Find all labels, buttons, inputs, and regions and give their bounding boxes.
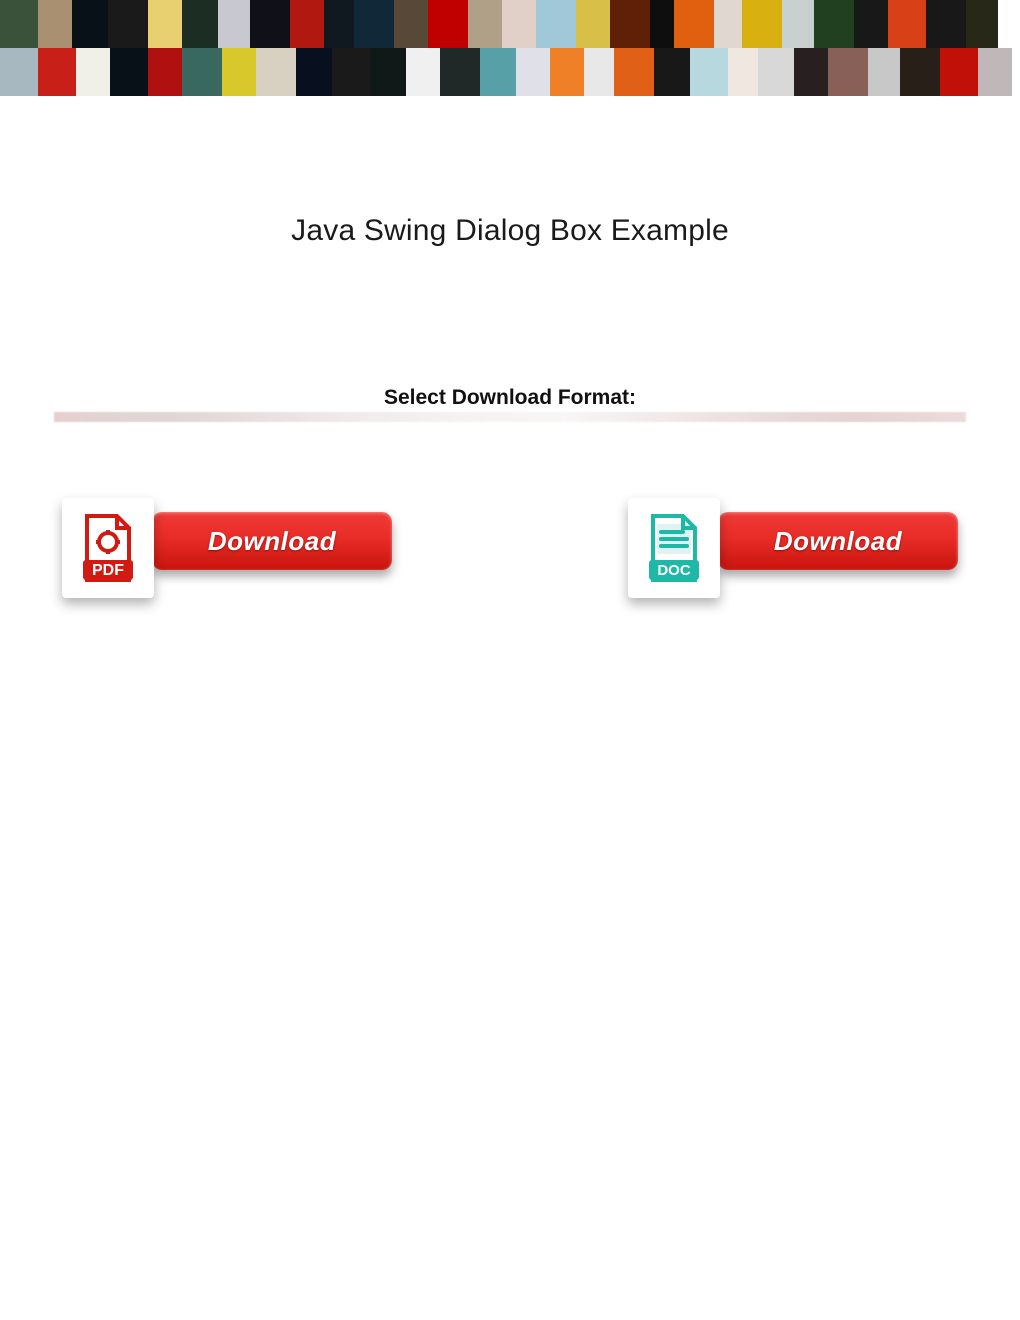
- collage-tile: [324, 0, 354, 48]
- collage-tile: [674, 0, 714, 48]
- doc-file-icon: DOC: [645, 512, 703, 584]
- collage-tile: [550, 48, 584, 96]
- download-buttons-row: Download PDF Download: [62, 498, 958, 598]
- collage-tile: [182, 0, 218, 48]
- collage-tile: [0, 48, 38, 96]
- collage-tile: [250, 0, 290, 48]
- collage-tile: [370, 48, 406, 96]
- collage-tile: [978, 48, 1012, 96]
- collage-tile: [868, 48, 900, 96]
- collage-tile: [794, 48, 828, 96]
- download-doc-label: Download: [774, 526, 902, 557]
- header-collage: [0, 0, 1020, 96]
- collage-tile: [38, 0, 72, 48]
- collage-tile: [610, 0, 650, 48]
- doc-icon-card: DOC: [628, 498, 720, 598]
- collage-tile: [536, 0, 576, 48]
- collage-tile: [690, 48, 728, 96]
- pdf-icon-card: PDF: [62, 498, 154, 598]
- collage-tile: [888, 0, 926, 48]
- collage-tile: [900, 48, 940, 96]
- collage-tile: [614, 48, 654, 96]
- collage-tile: [966, 0, 998, 48]
- collage-tile: [728, 48, 758, 96]
- collage-tile: [516, 48, 550, 96]
- collage-tile: [502, 0, 536, 48]
- collage-tile: [222, 48, 256, 96]
- collage-tile: [782, 0, 814, 48]
- download-pdf-label: Download: [208, 526, 336, 557]
- pdf-file-icon: PDF: [79, 512, 137, 584]
- collage-tile: [814, 0, 854, 48]
- collage-tile: [926, 0, 966, 48]
- page-title: Java Swing Dialog Box Example: [0, 214, 1020, 248]
- collage-tile: [758, 48, 794, 96]
- collage-tile: [148, 48, 182, 96]
- download-doc-pill: Download: [718, 512, 958, 570]
- collage-tile: [742, 0, 782, 48]
- collage-tile: [650, 0, 674, 48]
- download-doc-button[interactable]: Download DOC: [628, 498, 958, 598]
- select-format-heading: Select Download Format:: [0, 386, 1020, 410]
- collage-tile: [72, 0, 108, 48]
- collage-tile: [440, 48, 480, 96]
- collage-tile: [480, 48, 516, 96]
- collage-tile: [76, 48, 110, 96]
- faded-text-line: [54, 412, 966, 422]
- doc-badge-text: DOC: [657, 562, 691, 579]
- collage-tile: [828, 48, 868, 96]
- collage-tile: [714, 0, 742, 48]
- collage-tile: [290, 0, 324, 48]
- collage-tile: [854, 0, 888, 48]
- collage-tile: [576, 0, 610, 48]
- collage-tile: [584, 48, 614, 96]
- collage-tile: [218, 0, 250, 48]
- collage-tile: [654, 48, 690, 96]
- collage-tile: [38, 48, 76, 96]
- collage-tile: [108, 0, 148, 48]
- collage-tile: [0, 0, 38, 48]
- collage-tile: [182, 48, 222, 96]
- download-pdf-pill: Download: [152, 512, 392, 570]
- collage-tile: [406, 48, 440, 96]
- collage-tile: [940, 48, 978, 96]
- collage-tile: [428, 0, 468, 48]
- collage-tile: [296, 48, 332, 96]
- collage-tile: [110, 48, 148, 96]
- download-pdf-button[interactable]: Download PDF: [62, 498, 392, 598]
- collage-tile: [394, 0, 428, 48]
- collage-tile: [354, 0, 394, 48]
- collage-tile: [148, 0, 182, 48]
- collage-tile: [468, 0, 502, 48]
- pdf-badge-text: PDF: [92, 562, 124, 579]
- collage-tile: [256, 48, 296, 96]
- collage-tile: [332, 48, 370, 96]
